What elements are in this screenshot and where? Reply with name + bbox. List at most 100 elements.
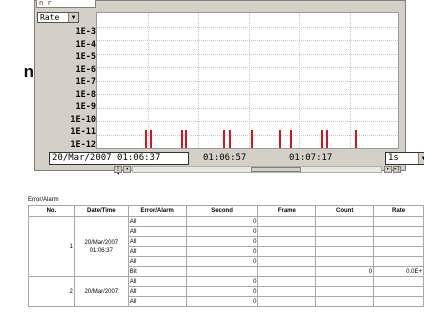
gridline-horizontal — [97, 80, 398, 82]
gridline-horizontal — [97, 40, 398, 41]
row-time: 01:06:37 — [89, 247, 113, 254]
error-event-bar — [223, 130, 225, 148]
rate-select[interactable]: Rate ▼ — [37, 12, 79, 23]
row-date: 20/Mar/2007 — [84, 239, 119, 246]
gridline-vertical — [198, 13, 199, 148]
error-event-bar — [355, 130, 357, 148]
resolution-select-value: 1s — [388, 153, 399, 163]
gridline-vertical — [299, 13, 300, 148]
scroll-prev-button[interactable]: ◂ — [123, 166, 131, 173]
count-cell — [315, 216, 375, 227]
rate-cell — [373, 216, 424, 227]
column-header: Date/Time — [73, 205, 129, 217]
rate-cell: 0.0E+ — [373, 266, 424, 277]
y-axis-label: 1E-4 — [75, 39, 96, 50]
column-header: Rate — [373, 205, 424, 217]
y-axis-label: 1E-10 — [70, 114, 96, 125]
gridline-horizontal — [97, 134, 398, 136]
gridline-horizontal — [97, 67, 398, 68]
error-rate-plot — [96, 12, 399, 149]
rate-cell — [373, 246, 424, 257]
frame-cell — [257, 246, 317, 257]
second-cell: 0 — [185, 246, 259, 257]
frame-cell — [257, 296, 317, 307]
y-axis-label: 1E-3 — [75, 27, 96, 37]
y-axis-label: 1E-9 — [75, 102, 96, 112]
count-cell — [315, 296, 375, 307]
frame-cell — [257, 276, 317, 287]
count-cell — [315, 226, 375, 237]
table-header-row: No. Date/Time Error/Alarm Second Frame Count R… — [28, 205, 424, 217]
alarm-cell: All — [127, 286, 187, 297]
alarm-cell: Bit — [127, 266, 187, 277]
rate-cell — [373, 296, 424, 307]
error-event-bar — [185, 130, 187, 148]
frame-cell — [257, 286, 317, 297]
gridline-horizontal — [97, 26, 398, 28]
frame-cell — [257, 266, 317, 277]
alarm-cell: All — [127, 296, 187, 307]
y-axis-label: 1E-11 — [70, 127, 96, 137]
second-cell — [185, 266, 259, 277]
y-axis-label: 1E-7 — [75, 77, 96, 87]
error-event-bar — [229, 130, 231, 148]
error-event-bar — [251, 130, 253, 148]
error-event-bar — [326, 130, 328, 148]
alarm-cell: All — [127, 256, 187, 267]
gridline-horizontal — [97, 94, 398, 95]
y-axis-label: 1E-5 — [75, 52, 96, 62]
second-cell: 0 — [185, 216, 259, 227]
alarm-cell: All — [127, 216, 187, 227]
alarm-cell: All — [127, 246, 187, 257]
error-event-bar — [145, 130, 147, 148]
frame-cell — [257, 216, 317, 227]
scroll-first-button[interactable]: |◂ — [114, 166, 122, 177]
count-cell — [315, 286, 375, 297]
gridline-horizontal — [97, 53, 398, 55]
error-event-bar — [290, 130, 292, 148]
horizontal-scrollbar[interactable]: |◂ ◂ ▸ ▸| — [114, 166, 404, 177]
count-cell — [315, 246, 375, 257]
second-cell: 0 — [185, 296, 259, 307]
column-header: No. — [28, 205, 75, 217]
frame-cell — [257, 256, 317, 267]
rate-cell — [373, 276, 424, 287]
cropped-label-fragment: n — [23, 62, 34, 81]
alarm-cell: All — [127, 276, 187, 287]
error-event-bar — [150, 130, 152, 148]
time-tick-label: 01:07:17 — [289, 153, 333, 163]
column-header: Count — [315, 205, 375, 217]
error-event-bar — [181, 130, 183, 148]
resolution-select[interactable]: 1s ▼ — [385, 152, 424, 165]
time-tick-label: 01:06:57 — [203, 153, 247, 163]
y-axis-label: 1E-8 — [75, 89, 96, 100]
chevron-down-icon[interactable]: ▼ — [68, 13, 78, 22]
second-cell: 0 — [185, 256, 259, 267]
rate-cell — [373, 226, 424, 237]
count-cell — [315, 236, 375, 247]
column-header: Frame — [257, 205, 317, 217]
scroll-next-button[interactable]: ▸ — [384, 166, 392, 173]
table-row: 2 20/Mar/2007 All 0 — [28, 276, 424, 307]
scrollbar-track[interactable] — [132, 166, 382, 173]
gridline-vertical — [349, 13, 351, 148]
rate-cell — [373, 286, 424, 297]
start-datetime-field[interactable]: 20/Mar/2007 01:06:37 — [49, 152, 189, 165]
gridline-horizontal — [97, 121, 398, 122]
frame-cell — [257, 226, 317, 237]
table-title: Error/Alarm — [28, 197, 59, 203]
row-date: 20/Mar/2007 — [84, 288, 119, 295]
second-cell: 0 — [185, 276, 259, 287]
scrollbar-thumb[interactable] — [251, 167, 301, 172]
time-axis-bar: 20/Mar/2007 01:06:37 01:06:57 01:07:17 1… — [49, 152, 424, 166]
chevron-down-icon[interactable]: ▼ — [418, 153, 424, 164]
error-alarm-table: No. Date/Time Error/Alarm Second Frame Count R… — [28, 205, 424, 307]
row-datetime: 20/Mar/2007 — [73, 276, 129, 307]
second-cell: 0 — [185, 226, 259, 237]
scroll-last-button[interactable]: ▸| — [393, 166, 401, 173]
error-event-bar — [279, 130, 281, 148]
table-row: 1 20/Mar/2007 01:06:37 All 0 — [28, 216, 424, 277]
rate-select-value: Rate — [40, 13, 60, 22]
gridline-vertical — [147, 13, 149, 148]
y-axis-label: 1E-6 — [75, 64, 96, 75]
